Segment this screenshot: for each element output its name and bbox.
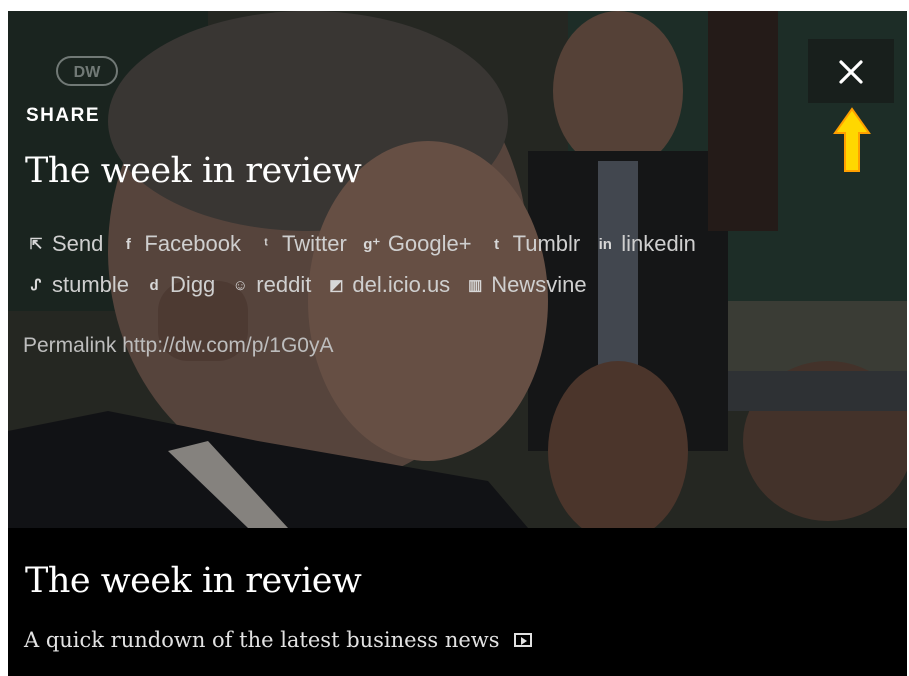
share-link-tumblr[interactable]: t Tumblr (487, 231, 581, 257)
share-link-newsvine[interactable]: ▥ Newsvine (465, 272, 586, 298)
share-link-google[interactable]: g⁺ Google+ (362, 231, 472, 257)
share-link-stumble[interactable]: ᔑ stumble (26, 272, 129, 298)
share-links-row-2: ᔑ stumble d Digg ☺ reddit ◩ del.icio.us ▥ Newsvin… (26, 272, 602, 298)
share-link-label: del.icio.us (352, 272, 451, 297)
tumblr-icon: t (494, 235, 500, 253)
share-link-label: Facebook (144, 231, 242, 256)
share-link-digg[interactable]: d Digg (144, 272, 215, 298)
dw-logo-text: DW (74, 64, 102, 81)
play-video-icon[interactable] (513, 633, 532, 647)
share-link-del-icio-us[interactable]: ◩ del.icio.us (326, 272, 450, 298)
digg-icon: d (149, 276, 159, 294)
share-links-row-1: ⇱ Send f Facebook ᵗ Twitter g⁺ Google+ t Tumblr in… (26, 231, 711, 257)
dark-overlay (8, 11, 907, 528)
caption-subtitle-row: A quick rundown of the latest business n… (24, 628, 532, 652)
close-button[interactable] (808, 39, 894, 103)
share-link-reddit[interactable]: ☺ reddit (230, 272, 312, 298)
twitter-icon: ᵗ (264, 235, 268, 253)
caption-title: The week in review (25, 561, 362, 601)
share-title: The week in review (25, 151, 362, 191)
stumbleupon-icon: ᔑ (30, 277, 42, 294)
caption-subtitle: A quick rundown of the latest business n… (24, 628, 500, 652)
video-still-image (8, 11, 907, 528)
dw-logo: DW (56, 56, 118, 86)
delicious-icon: ◩ (329, 277, 344, 294)
share-link-label: reddit (256, 272, 312, 297)
yellow-up-arrow-icon (833, 107, 871, 172)
share-link-label: Digg (170, 272, 216, 297)
newsvine-icon: ▥ (468, 277, 483, 294)
share-link-send[interactable]: ⇱ Send (26, 231, 104, 257)
share-link-label: linkedin (621, 231, 696, 256)
share-link-label: Tumblr (512, 231, 581, 256)
share-link-facebook[interactable]: f Facebook (118, 231, 241, 257)
reddit-icon: ☺ (232, 276, 248, 294)
linkedin-icon: in (598, 235, 612, 253)
share-link-label: Twitter (282, 231, 347, 256)
external-link-icon: ⇱ (29, 236, 43, 253)
google-plus-icon: g⁺ (363, 236, 381, 253)
share-link-linkedin[interactable]: in linkedin (595, 231, 696, 257)
share-link-label: Newsvine (491, 272, 587, 297)
facebook-icon: f (125, 235, 131, 253)
share-link-twitter[interactable]: ᵗ Twitter (256, 231, 347, 257)
permalink[interactable]: Permalink http://dw.com/p/1G0yA (23, 334, 333, 358)
share-heading: SHARE (26, 105, 101, 126)
share-link-label: Google+ (387, 231, 472, 256)
close-icon (839, 60, 863, 84)
share-link-label: Send (52, 231, 104, 256)
share-link-label: stumble (52, 272, 130, 297)
video-share-panel: DW SHARE The week in review ⇱ Send f Facebo… (8, 11, 907, 676)
